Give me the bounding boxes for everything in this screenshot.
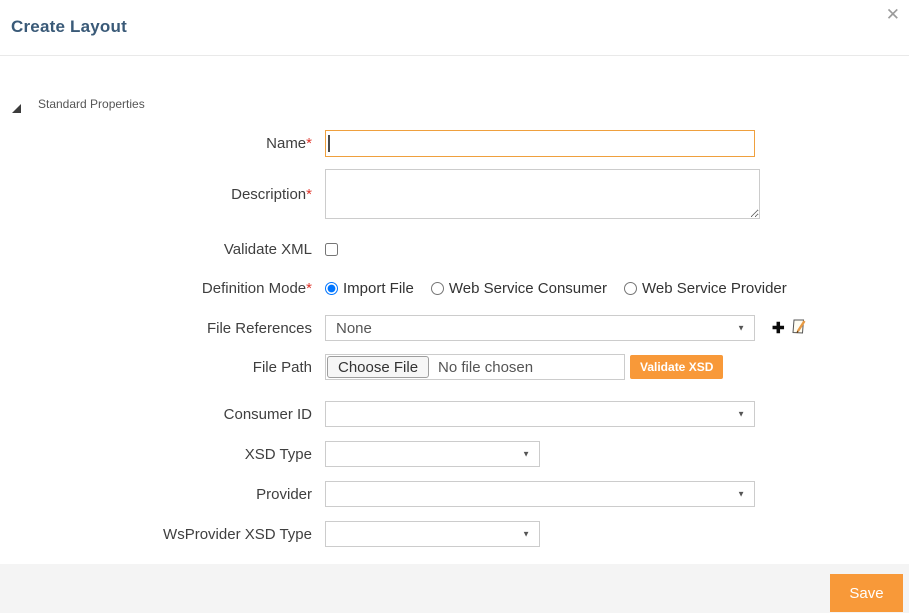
xsd-type-label: XSD Type	[0, 446, 325, 463]
validate-xml-label: Validate XML	[0, 241, 325, 258]
file-references-value: None	[336, 320, 372, 337]
dialog-header: Create Layout ✕	[0, 0, 909, 56]
chevron-down-icon: ▼	[522, 449, 530, 458]
validate-xsd-button[interactable]: Validate XSD	[630, 355, 723, 379]
xsd-type-row: XSD Type ▼	[0, 441, 909, 467]
validate-xml-row: Validate XML	[0, 241, 909, 258]
required-asterisk: *	[306, 280, 312, 297]
description-label: Description*	[0, 186, 325, 203]
name-input[interactable]	[325, 130, 755, 157]
dialog-footer: Save	[0, 564, 909, 613]
add-file-reference-button[interactable]: ✚	[772, 319, 785, 337]
radio-web-service-provider[interactable]: Web Service Provider	[624, 280, 787, 297]
no-file-chosen-text: No file chosen	[430, 359, 533, 376]
close-icon: ✕	[886, 5, 900, 24]
collapse-triangle-icon[interactable]	[12, 100, 21, 109]
file-path-input[interactable]: Choose File No file chosen	[325, 354, 625, 380]
required-asterisk: *	[306, 135, 312, 152]
file-path-row: File Path Choose File No file chosen Val…	[0, 354, 909, 380]
section-title: Standard Properties	[38, 97, 145, 111]
edit-icon	[791, 318, 808, 338]
chevron-down-icon: ▼	[522, 529, 530, 538]
required-asterisk: *	[306, 186, 312, 203]
definition-mode-radios: Import File Web Service Consumer Web Ser…	[325, 280, 787, 297]
web-service-provider-radio[interactable]	[624, 282, 637, 295]
chevron-down-icon: ▼	[737, 323, 745, 332]
close-button[interactable]: ✕	[886, 5, 900, 25]
radio-import-file[interactable]: Import File	[325, 280, 414, 297]
name-label: Name*	[0, 135, 325, 152]
plus-icon: ✚	[772, 319, 785, 337]
provider-label: Provider	[0, 486, 325, 503]
definition-mode-row: Definition Mode* Import File Web Service…	[0, 280, 909, 297]
section-header-standard-properties: Standard Properties	[12, 97, 909, 111]
file-references-select[interactable]: None ▼	[325, 315, 755, 341]
create-layout-dialog: Create Layout ✕ Standard Properties Name…	[0, 0, 909, 616]
provider-select[interactable]: ▼	[325, 481, 755, 507]
web-service-consumer-radio[interactable]	[431, 282, 444, 295]
choose-file-button[interactable]: Choose File	[327, 356, 429, 378]
definition-mode-label: Definition Mode*	[0, 280, 325, 297]
wsprovider-xsd-type-select[interactable]: ▼	[325, 521, 540, 547]
name-input-wrap	[325, 130, 755, 157]
file-references-row: File References None ▼ ✚	[0, 315, 909, 341]
radio-web-service-consumer[interactable]: Web Service Consumer	[431, 280, 607, 297]
create-layout-form: Name* Description* Validate XML Definiti…	[0, 130, 909, 547]
name-row: Name*	[0, 130, 909, 157]
validate-xml-checkbox[interactable]	[325, 243, 338, 256]
provider-row: Provider ▼	[0, 481, 909, 507]
consumer-id-row: Consumer ID ▼	[0, 401, 909, 427]
wsprovider-xsd-type-label: WsProvider XSD Type	[0, 526, 325, 543]
description-row: Description*	[0, 169, 909, 219]
edit-file-references-button[interactable]	[791, 318, 808, 338]
wsprovider-xsd-type-row: WsProvider XSD Type ▼	[0, 521, 909, 547]
consumer-id-select[interactable]: ▼	[325, 401, 755, 427]
file-path-label: File Path	[0, 359, 325, 376]
save-button[interactable]: Save	[830, 574, 903, 612]
consumer-id-label: Consumer ID	[0, 406, 325, 423]
text-caret	[328, 135, 330, 152]
import-file-radio[interactable]	[325, 282, 338, 295]
page-title: Create Layout	[11, 17, 127, 37]
file-references-label: File References	[0, 320, 325, 337]
description-textarea[interactable]	[325, 169, 760, 219]
chevron-down-icon: ▼	[737, 409, 745, 418]
chevron-down-icon: ▼	[737, 489, 745, 498]
xsd-type-select[interactable]: ▼	[325, 441, 540, 467]
